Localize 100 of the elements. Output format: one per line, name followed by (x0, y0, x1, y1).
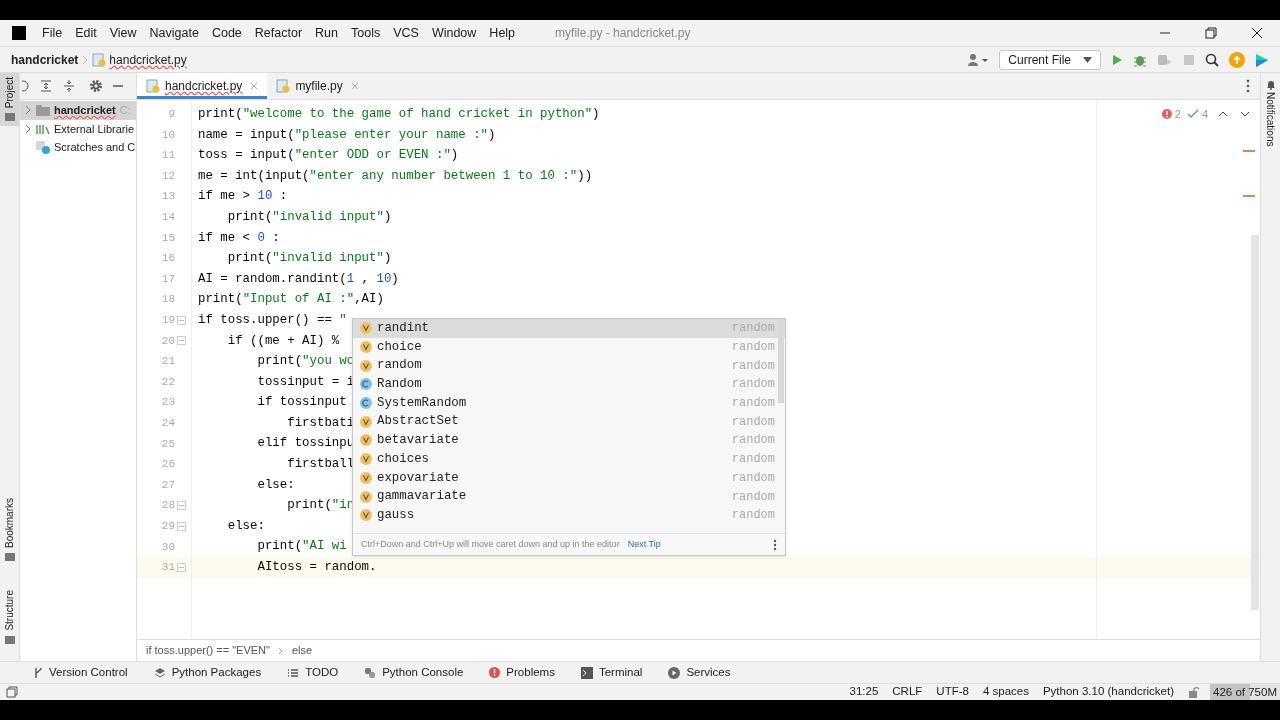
interpreter-selector[interactable]: Python 3.10 (handcricket) (1042, 683, 1174, 701)
completion-item[interactable]: gauss random (353, 505, 785, 525)
menu-item[interactable]: Window (431, 23, 477, 43)
indent-setting[interactable]: 4 spaces (982, 683, 1029, 701)
completion-item[interactable]: expovariate random (353, 468, 785, 488)
line-separator[interactable]: CRLF (892, 683, 923, 701)
line-number: 26 (160, 457, 175, 473)
variable-icon (360, 434, 372, 447)
code-line: print("Input of AI :",AI) (198, 291, 384, 309)
chevron-right-icon[interactable] (24, 105, 32, 116)
completion-item[interactable]: choices random (353, 449, 785, 469)
menu-item[interactable]: Refactor (254, 23, 303, 43)
variable-icon (360, 415, 372, 428)
completion-item[interactable]: random random (353, 356, 785, 376)
coverage-icon[interactable] (1157, 52, 1173, 67)
line-number: 18 (160, 292, 175, 308)
completion-source: random (731, 376, 775, 394)
fold-marker-icon[interactable] (176, 315, 186, 325)
tool-window-tab[interactable]: Notifications (1263, 92, 1278, 147)
error-icon[interactable] (1161, 109, 1172, 120)
breadcrumb[interactable]: else (292, 642, 313, 659)
user-icon[interactable] (967, 52, 990, 67)
python-file-icon (146, 79, 160, 93)
tool-window-button[interactable]: Version Control (33, 663, 128, 682)
fold-marker-icon[interactable] (176, 336, 186, 346)
search-icon[interactable] (1205, 52, 1219, 67)
fold-marker-icon[interactable] (176, 521, 186, 531)
completion-item[interactable]: Random random (353, 375, 785, 394)
tool-window-button[interactable]: Problems (489, 663, 555, 682)
variable-icon (360, 359, 372, 372)
line-number: 13 (160, 189, 175, 205)
menu-item[interactable]: VCS (393, 23, 419, 43)
fold-marker-icon[interactable] (176, 501, 186, 511)
lock-icon[interactable] (1188, 686, 1200, 698)
completion-item[interactable]: AbstractSet random (353, 412, 785, 432)
line-number: 21 (160, 354, 175, 370)
checkmark-icon[interactable] (1186, 109, 1199, 120)
previous-icon[interactable] (1218, 110, 1228, 119)
more-icon[interactable] (1246, 79, 1250, 93)
line-number: 15 (160, 230, 175, 246)
collapse-all-icon[interactable] (62, 79, 76, 93)
next-tip-link[interactable]: Next Tip (627, 537, 661, 552)
bookmark-icon (4, 552, 15, 563)
run-icon[interactable] (1111, 53, 1123, 66)
run-configuration-dropdown[interactable]: Current File (999, 49, 1101, 70)
line-number: 22 (160, 374, 175, 390)
completion-item[interactable]: choice random (353, 337, 785, 357)
menu-item[interactable]: Run (315, 23, 338, 43)
tool-window-button[interactable]: Python Packages (153, 663, 262, 682)
tool-window-button[interactable]: TODO (287, 663, 339, 682)
tree-item[interactable]: External Librarie (20, 119, 136, 138)
file-encoding[interactable]: UTF-8 (936, 683, 969, 701)
fold-marker-icon[interactable] (176, 562, 186, 572)
completion-source: random (731, 507, 775, 525)
menu-item[interactable]: Tools (351, 23, 381, 43)
variable-icon (360, 341, 372, 354)
editor-tab[interactable]: myfile.py (267, 73, 368, 99)
caret-position[interactable]: 31:25 (849, 683, 879, 701)
breadcrumb-file[interactable]: handcricket.py (109, 50, 187, 69)
menu-item[interactable]: File (42, 23, 63, 43)
python-icon (364, 666, 377, 679)
line-number: 24 (160, 415, 175, 431)
tree-item[interactable]: Scratches and C (20, 138, 136, 157)
tool-window-tab[interactable]: Bookmarks (2, 498, 17, 549)
completion-item[interactable]: gammavariate random (353, 487, 785, 506)
bell-icon (1265, 79, 1276, 90)
menu-item[interactable]: View (109, 23, 137, 43)
completion-item[interactable]: betavariate random (353, 431, 785, 450)
menu-item[interactable]: Navigate (149, 23, 199, 43)
tool-window-button[interactable]: Python Console (364, 663, 464, 682)
tool-window-button[interactable]: Terminal (580, 663, 643, 682)
completion-source: random (731, 451, 775, 469)
menu-item[interactable]: Edit (75, 23, 97, 43)
breadcrumb-project[interactable]: handcricket (11, 50, 79, 69)
line-number: 28 (160, 498, 175, 514)
chevron-icon (278, 646, 284, 655)
more-icon[interactable] (773, 538, 777, 551)
code-line: print("invalid input") (226, 250, 392, 268)
menu-item[interactable]: Help (489, 23, 516, 43)
toggle-panels-icon[interactable] (6, 686, 18, 698)
chevron-right-icon[interactable] (24, 123, 32, 134)
code-line: toss = input("enter ODD or EVEN :") (198, 147, 459, 165)
class-icon (360, 378, 372, 391)
tool-window-button[interactable]: Services (668, 663, 731, 682)
code-line: firstball (286, 456, 355, 474)
breadcrumb[interactable]: if toss.upper() == "EVEN" (146, 642, 270, 659)
tool-window-tab[interactable]: Structure (2, 590, 17, 631)
line-number: 10 (160, 127, 175, 143)
settings-icon[interactable] (89, 79, 103, 93)
expand-all-icon[interactable] (39, 79, 53, 93)
menu-item[interactable]: Code (211, 23, 242, 43)
update-icon[interactable] (1229, 51, 1245, 68)
next-icon[interactable] (1240, 110, 1250, 119)
memory-indicator[interactable]: 426 of 750M (1210, 684, 1280, 700)
completion-source: random (731, 432, 775, 450)
completion-item[interactable]: SystemRandom random (353, 393, 785, 413)
code-line: AI = random.randint(1 , 10) (198, 270, 399, 288)
terminal-icon (580, 666, 593, 679)
line-number: 25 (160, 436, 175, 452)
editor-tab[interactable]: handcricket.py (137, 73, 268, 99)
